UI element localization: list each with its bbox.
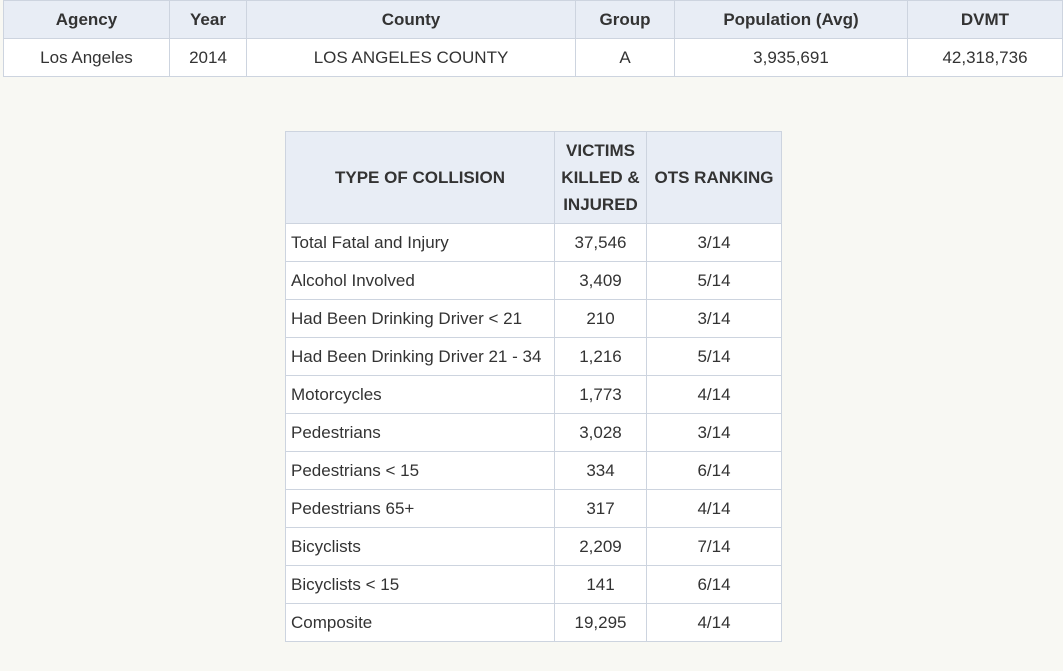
victims-cell: 210: [554, 299, 647, 338]
summary-header-row: Agency Year County Group Population (Avg…: [3, 0, 1063, 39]
collision-type-cell: Had Been Drinking Driver < 21: [285, 299, 555, 338]
victims-cell: 334: [554, 451, 647, 490]
collision-type-cell: Composite: [285, 603, 555, 642]
ranking-cell: 7/14: [646, 527, 782, 566]
county-header: County: [246, 0, 576, 39]
table-row: Total Fatal and Injury 37,546 3/14: [285, 223, 782, 262]
table-row: Composite 19,295 4/14: [285, 603, 782, 642]
table-row: Had Been Drinking Driver < 21 210 3/14: [285, 299, 782, 338]
table-row: Motorcycles 1,773 4/14: [285, 375, 782, 414]
collision-type-cell: Alcohol Involved: [285, 261, 555, 300]
collision-type-cell: Had Been Drinking Driver 21 - 34: [285, 337, 555, 376]
ranking-cell: 3/14: [646, 413, 782, 452]
collision-table-body: Total Fatal and Injury 37,546 3/14 Alcoh…: [285, 223, 782, 642]
population-cell: 3,935,691: [674, 38, 908, 77]
collision-type-cell: Pedestrians < 15: [285, 451, 555, 490]
county-cell: LOS ANGELES COUNTY: [246, 38, 576, 77]
agency-cell: Los Angeles: [3, 38, 170, 77]
ranking-cell: 4/14: [646, 375, 782, 414]
victims-cell: 3,409: [554, 261, 647, 300]
ranking-cell: 3/14: [646, 223, 782, 262]
table-row: Bicyclists 2,209 7/14: [285, 527, 782, 566]
dvmt-cell: 42,318,736: [907, 38, 1063, 77]
ots-ranking-header: OTS RANKING: [646, 131, 782, 224]
collision-type-cell: Bicyclists < 15: [285, 565, 555, 604]
victims-header: VICTIMS KILLED & INJURED: [554, 131, 647, 224]
collision-type-cell: Pedestrians: [285, 413, 555, 452]
collision-header-row: TYPE OF COLLISION VICTIMS KILLED & INJUR…: [285, 131, 782, 224]
collision-ranking-table: TYPE OF COLLISION VICTIMS KILLED & INJUR…: [285, 131, 782, 642]
collision-type-cell: Total Fatal and Injury: [285, 223, 555, 262]
agency-summary-table: Agency Year County Group Population (Avg…: [3, 0, 1063, 77]
collision-type-cell: Motorcycles: [285, 375, 555, 414]
victims-cell: 317: [554, 489, 647, 528]
table-row: Had Been Drinking Driver 21 - 34 1,216 5…: [285, 337, 782, 376]
victims-cell: 19,295: [554, 603, 647, 642]
ranking-cell: 5/14: [646, 337, 782, 376]
table-row: Alcohol Involved 3,409 5/14: [285, 261, 782, 300]
ranking-cell: 4/14: [646, 603, 782, 642]
ranking-cell: 5/14: [646, 261, 782, 300]
table-row: Bicyclists < 15 141 6/14: [285, 565, 782, 604]
victims-cell: 3,028: [554, 413, 647, 452]
table-row: Pedestrians < 15 334 6/14: [285, 451, 782, 490]
type-of-collision-header: TYPE OF COLLISION: [285, 131, 555, 224]
victims-cell: 37,546: [554, 223, 647, 262]
ranking-cell: 4/14: [646, 489, 782, 528]
ranking-cell: 6/14: [646, 451, 782, 490]
year-cell: 2014: [169, 38, 247, 77]
group-cell: A: [575, 38, 675, 77]
victims-cell: 2,209: [554, 527, 647, 566]
victims-cell: 1,773: [554, 375, 647, 414]
ranking-cell: 6/14: [646, 565, 782, 604]
summary-row: Los Angeles 2014 LOS ANGELES COUNTY A 3,…: [3, 38, 1063, 77]
table-row: Pedestrians 65+ 317 4/14: [285, 489, 782, 528]
group-header: Group: [575, 0, 675, 39]
collision-type-cell: Bicyclists: [285, 527, 555, 566]
table-row: Pedestrians 3,028 3/14: [285, 413, 782, 452]
victims-cell: 141: [554, 565, 647, 604]
agency-header: Agency: [3, 0, 170, 39]
dvmt-header: DVMT: [907, 0, 1063, 39]
collision-type-cell: Pedestrians 65+: [285, 489, 555, 528]
victims-cell: 1,216: [554, 337, 647, 376]
year-header: Year: [169, 0, 247, 39]
population-header: Population (Avg): [674, 0, 908, 39]
ranking-cell: 3/14: [646, 299, 782, 338]
